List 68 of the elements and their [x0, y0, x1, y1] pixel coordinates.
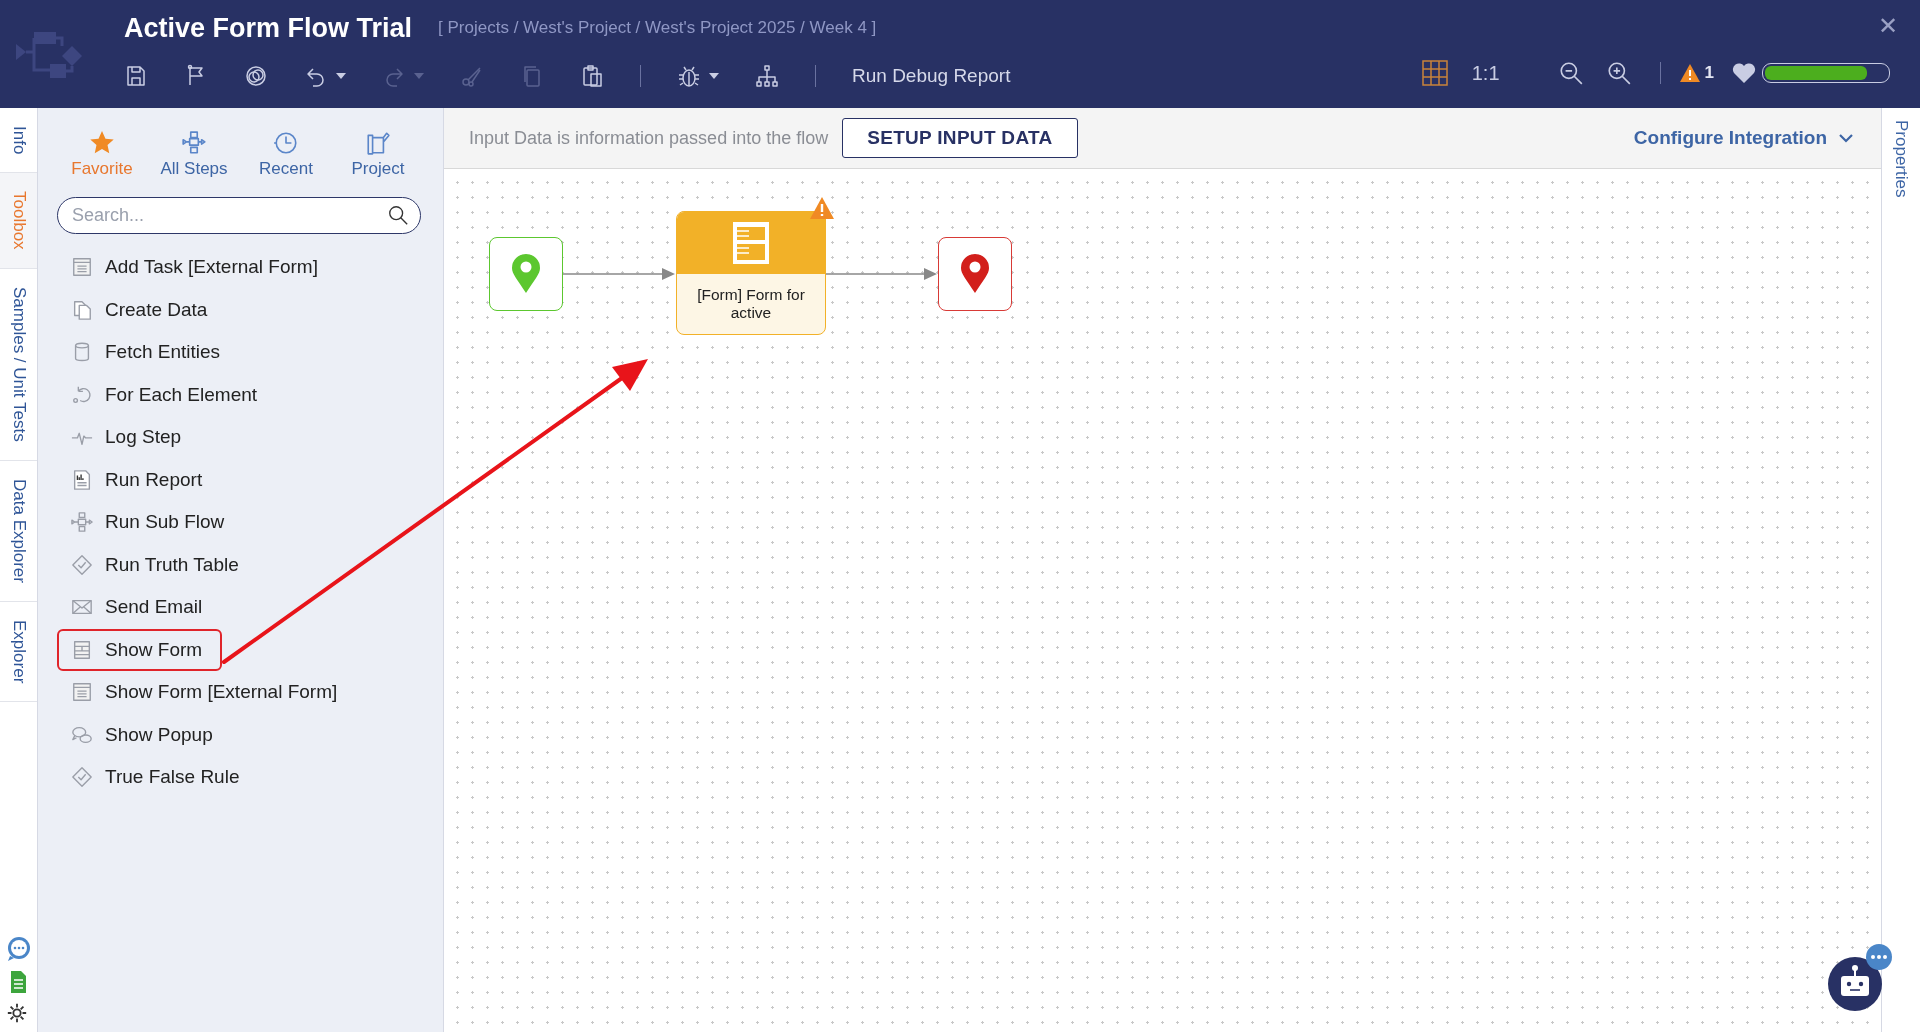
run-debug-report-button[interactable]: Run Debug Report: [852, 58, 1011, 94]
documents-icon: [71, 298, 93, 321]
toolbox-item[interactable]: Run Report: [57, 458, 223, 501]
toolbox-item[interactable]: Show Popup: [57, 713, 233, 756]
zoom-out-icon: [1557, 60, 1584, 86]
actual-size-button[interactable]: 1:1: [1447, 61, 1536, 85]
all-steps-tab[interactable]: All Steps: [148, 130, 240, 179]
save-icon: [124, 64, 148, 88]
side-tab[interactable]: Explorer: [0, 601, 37, 702]
zoom-out-button[interactable]: [1557, 60, 1584, 86]
search-field[interactable]: Search...: [57, 197, 421, 234]
breadcrumb: [ Projects / West's Project / West's Project 2025 / Week 4 ]: [438, 18, 877, 38]
side-tab[interactable]: Samples / Unit Tests: [0, 268, 37, 461]
zoom-in-button[interactable]: [1605, 60, 1632, 86]
side-tab[interactable]: Data Explorer: [0, 460, 37, 602]
star-icon: [89, 130, 115, 156]
caret-icon: [336, 73, 346, 79]
subflow-icon: [71, 511, 93, 534]
warning-icon: [1678, 63, 1701, 83]
setup-input-data-button[interactable]: SETUP INPUT DATA: [842, 118, 1078, 158]
toolbox-item[interactable]: Fetch Entities: [57, 331, 241, 374]
clock-icon: [273, 130, 299, 156]
location-pin-icon: [960, 254, 990, 294]
configure-integration-dropdown[interactable]: Configure Integration: [1627, 126, 1859, 150]
toolbox-item[interactable]: Add Task [External Form]: [57, 246, 338, 289]
grid-icon[interactable]: [1421, 60, 1448, 86]
caret-icon: [414, 73, 424, 79]
caret-icon: [709, 73, 719, 79]
toolbox-item[interactable]: Create Data: [57, 288, 228, 331]
start-node[interactable]: [489, 237, 563, 311]
close-button[interactable]: ✕: [1878, 12, 1898, 40]
scissors-icon: [460, 64, 484, 88]
form-layout-icon: [71, 638, 93, 661]
toolbox-item[interactable]: Log Step: [57, 416, 202, 459]
overlapping-circles-icon: [244, 64, 268, 88]
toolbox-item[interactable]: Show Form [External Form]: [57, 671, 358, 714]
toolbox-item[interactable]: For Each Element: [57, 373, 278, 416]
flow-title: Active Form Flow Trial: [124, 12, 413, 44]
paste-icon: [580, 64, 604, 88]
chevron-down-icon: [1839, 133, 1853, 143]
end-node[interactable]: [938, 237, 1012, 311]
heart-icon: [1732, 62, 1756, 84]
recent-tab[interactable]: Recent: [240, 130, 332, 179]
form-page-icon: [71, 256, 93, 279]
diamond-check-icon: [71, 766, 93, 789]
toolbox-item[interactable]: Run Truth Table: [57, 543, 259, 586]
search-icon: [387, 204, 409, 226]
bug-icon: [677, 64, 701, 88]
toolbox-item[interactable]: True False Rule: [57, 756, 260, 799]
warnings-button[interactable]: 1: [1678, 63, 1714, 83]
toolbox-item[interactable]: Send Email: [57, 586, 223, 629]
chat-bubble-icon[interactable]: [6, 936, 32, 962]
node-label: [Form] Form for active: [696, 285, 806, 323]
properties-tab[interactable]: Properties: [1882, 108, 1920, 210]
location-pin-icon: [511, 254, 541, 294]
form-step-node[interactable]: [Form] Form for active: [676, 211, 826, 335]
form-icon: [731, 220, 771, 266]
input-data-hint: Input Data is information passed into the flow: [469, 127, 829, 149]
toolbox-item[interactable]: Show Form: [57, 628, 223, 671]
steps-icon: [181, 130, 207, 156]
zoom-in-icon: [1605, 60, 1632, 86]
pencil-board-icon: [365, 130, 391, 156]
report-icon: [71, 468, 93, 491]
hierarchy-icon: [755, 64, 779, 88]
project-tab[interactable]: Project: [332, 130, 424, 179]
form-page-icon: [71, 681, 93, 704]
diamond-check-icon: [71, 553, 93, 576]
toolbox-item[interactable]: Run Sub Flow: [57, 501, 245, 544]
